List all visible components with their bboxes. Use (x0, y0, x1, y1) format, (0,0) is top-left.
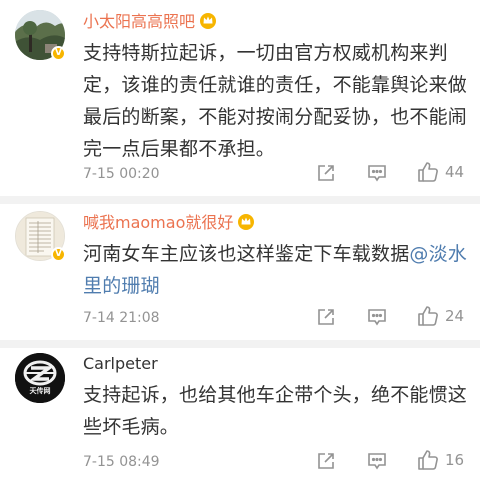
like-icon (418, 450, 438, 470)
username-text[interactable]: 喊我maomao就很好 (83, 213, 233, 232)
username[interactable]: 喊我maomao就很好 (83, 212, 255, 233)
share-button[interactable] (316, 451, 336, 471)
like-icon (418, 162, 438, 182)
share-icon (318, 453, 334, 469)
share-icon (318, 165, 334, 181)
avatar[interactable]: 天传网 (15, 353, 65, 403)
comment-time: 7-14 21:08 (83, 310, 160, 326)
avatar-logo-text: 天传网 (29, 387, 51, 395)
comment-icon (368, 309, 386, 326)
like-count: 24 (445, 307, 465, 325)
like-count: 16 (445, 451, 465, 469)
comment-icon (368, 165, 386, 182)
share-icon (318, 309, 334, 325)
comment-item: V 小太阳高高照吧 支持特斯拉起诉，一切由官方权威机构来判定，该谁的责任就谁的责… (0, 0, 480, 196)
like-button[interactable]: 16 (417, 449, 464, 471)
share-button[interactable] (316, 307, 336, 327)
divider (0, 196, 480, 204)
username[interactable]: 小太阳高高照吧 (83, 11, 217, 32)
verified-badge-icon: V (51, 247, 66, 262)
crown-icon (238, 214, 255, 230)
like-button[interactable]: 44 (417, 161, 464, 183)
comment-text-body: 河南女车主应该也这样鉴定下车载数据 (83, 243, 410, 265)
like-icon (418, 306, 438, 326)
comment-button[interactable] (367, 163, 387, 183)
comment-text: 河南女车主应该也这样鉴定下车载数据@淡水里的珊瑚 (83, 238, 468, 302)
like-count: 44 (445, 163, 465, 181)
username-text[interactable]: 小太阳高高照吧 (83, 12, 195, 31)
like-button[interactable]: 24 (417, 305, 464, 327)
comment-text: 支持特斯拉起诉，一切由官方权威机构来判定，该谁的责任就谁的责任，不能靠舆论来做最… (83, 42, 468, 160)
comment-button[interactable] (367, 307, 387, 327)
comment-time: 7-15 00:20 (83, 166, 160, 182)
crown-icon (200, 13, 217, 29)
divider (0, 340, 480, 348)
comment-text: 支持起诉，也给其他车企带个头，绝不能惯这些坏毛病。 (83, 384, 468, 438)
comment-button[interactable] (367, 451, 387, 471)
username[interactable]: Carlpeter (83, 354, 158, 374)
comment-item: V 喊我maomao就很好 河南女车主应该也这样鉴定下车载数据@淡水里的珊瑚 7… (0, 204, 480, 340)
verified-badge-icon: V (51, 46, 66, 61)
share-button[interactable] (316, 163, 336, 183)
comment-item: 天传网 Carlpeter 支持起诉，也给其他车企带个头，绝不能惯这些坏毛病。 … (0, 348, 480, 480)
comment-icon (368, 453, 386, 470)
comment-time: 7-15 08:49 (83, 454, 160, 470)
